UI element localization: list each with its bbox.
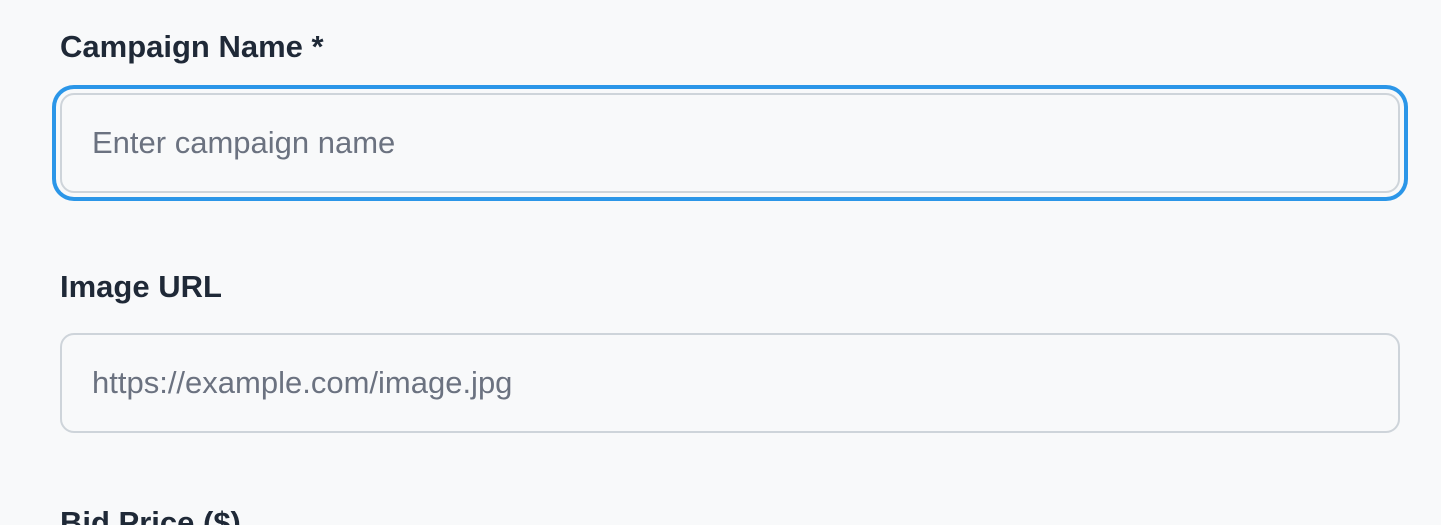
bid-price-label: Bid Price ($) (60, 505, 241, 525)
campaign-name-label: Campaign Name * (60, 29, 324, 64)
image-url-label: Image URL (60, 269, 222, 304)
campaign-name-input[interactable] (60, 93, 1400, 193)
image-url-input[interactable] (60, 333, 1400, 433)
